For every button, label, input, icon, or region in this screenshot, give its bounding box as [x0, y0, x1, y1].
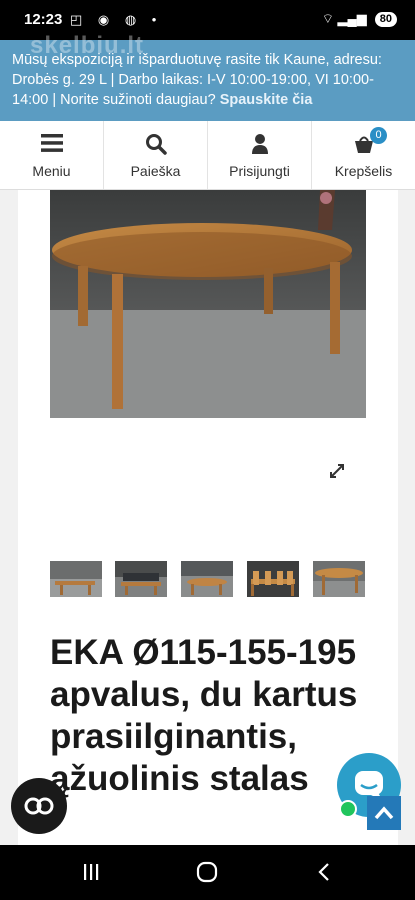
cookie-icon — [24, 797, 54, 815]
recent-apps-icon[interactable] — [81, 862, 101, 882]
top-navigation: Meniu Paieška Prisijungti 0 Krepšelis — [0, 121, 415, 190]
user-icon — [251, 134, 268, 154]
cart-count-badge: 0 — [370, 127, 387, 144]
nav-search-button[interactable]: Paieška — [104, 121, 208, 189]
nav-login-button[interactable]: Prisijungti — [208, 121, 312, 189]
nav-cart-button[interactable]: 0 Krepšelis — [312, 121, 415, 189]
system-nav-bar — [0, 845, 415, 900]
chevron-up-icon — [374, 806, 394, 820]
nav-login-label: Prisijungti — [229, 163, 290, 179]
back-icon[interactable] — [314, 861, 334, 883]
product-main-image[interactable] — [50, 190, 366, 418]
notification-icons: ◰ ◉ ◍ • — [70, 12, 163, 27]
thumbnail-4[interactable] — [247, 561, 299, 597]
nav-menu-label: Meniu — [32, 163, 71, 179]
site-watermark: skelbiu.lt — [30, 32, 145, 59]
nav-cart-label: Krepšelis — [334, 163, 393, 179]
menu-icon — [40, 134, 63, 152]
thumbnail-1[interactable] — [50, 561, 102, 597]
info-banner: skelbiu.lt Mūsų ekspoziciją ir išparduot… — [0, 34, 415, 121]
scroll-top-button[interactable] — [367, 796, 401, 830]
banner-link[interactable]: Spauskite čia — [220, 92, 313, 108]
signal-icon: ⌔ ▂▄▆ — [321, 11, 367, 26]
banner-text: Mūsų ekspoziciją ir išparduotuvę rasite … — [12, 52, 382, 108]
cookie-settings-button[interactable] — [11, 778, 67, 834]
search-icon — [145, 134, 167, 155]
nav-menu-button[interactable]: Meniu — [0, 121, 104, 189]
home-icon[interactable] — [196, 861, 218, 883]
battery-icon: 80 — [374, 11, 397, 27]
nav-search-label: Paieška — [130, 163, 181, 179]
thumbnail-2[interactable] — [115, 561, 167, 597]
thumbnail-3[interactable] — [181, 561, 233, 597]
thumbnail-5[interactable] — [313, 561, 365, 597]
status-time: 12:23 — [24, 11, 63, 28]
expand-icon[interactable] — [328, 462, 346, 480]
online-status-dot — [339, 800, 357, 818]
